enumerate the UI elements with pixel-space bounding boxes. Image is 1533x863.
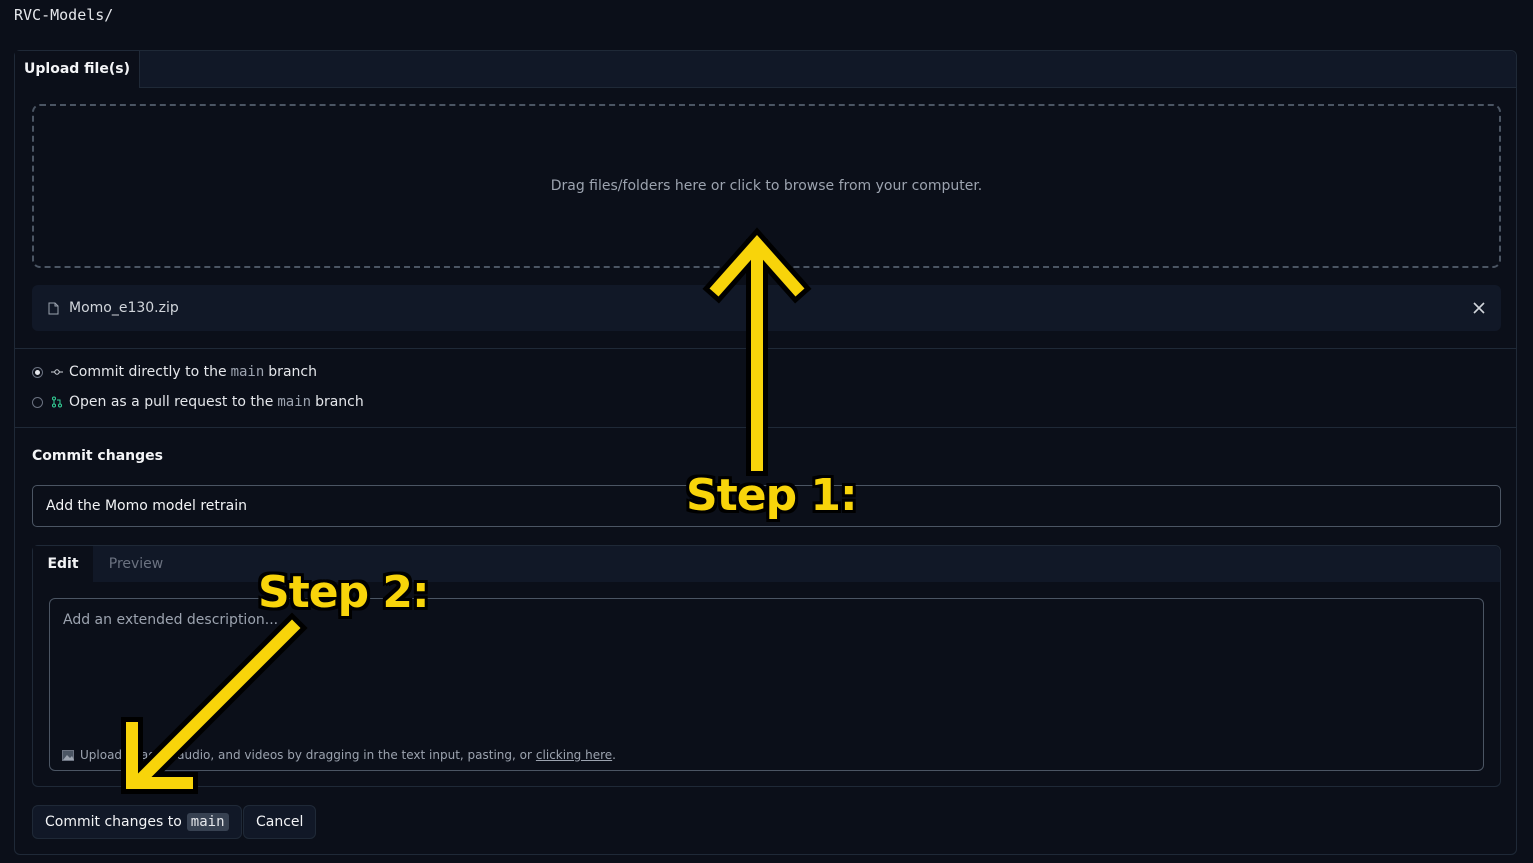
description-editor: Edit Preview Add an extended description… [32, 545, 1501, 787]
description-textarea[interactable]: Add an extended description... Upload im… [49, 598, 1484, 771]
tab-preview[interactable]: Preview [93, 546, 179, 582]
clicking-here-link[interactable]: clicking here [536, 748, 612, 762]
image-icon [62, 749, 74, 761]
close-icon[interactable] [1473, 302, 1485, 314]
file-name: Momo_e130.zip [69, 300, 179, 316]
divider [15, 427, 1516, 428]
tab-bar: Upload file(s) [15, 51, 1516, 88]
file-icon [48, 302, 61, 315]
branch-name: main [230, 364, 265, 380]
cancel-button[interactable]: Cancel [243, 805, 317, 839]
branch-name: main [277, 394, 312, 410]
tab-edit[interactable]: Edit [33, 546, 93, 582]
option-pr-text: Open as a pull request to the [69, 394, 274, 410]
file-dropzone[interactable]: Drag files/folders here or click to brow… [32, 104, 1501, 268]
option-pr-suffix: branch [315, 394, 364, 410]
tab-upload-files[interactable]: Upload file(s) [15, 51, 140, 88]
step1-label: Step 1: [686, 470, 858, 521]
uploaded-file-row: Momo_e130.zip [32, 285, 1501, 331]
commit-button-label: Commit changes to [45, 814, 182, 830]
divider [15, 348, 1516, 349]
description-placeholder: Add an extended description... [63, 612, 279, 628]
editor-tabs: Edit Preview [33, 546, 1500, 582]
option-commit-text: Commit directly to the [69, 364, 227, 380]
commit-button-branch: main [186, 813, 229, 831]
commit-title-value: Add the Momo model retrain [46, 498, 247, 514]
commit-changes-heading: Commit changes [32, 448, 163, 464]
upload-hint-text: Upload images, audio, and videos by drag… [80, 748, 532, 762]
dropzone-text: Drag files/folders here or click to brow… [550, 178, 983, 194]
step2-label: Step 2: [258, 567, 430, 618]
option-pull-request[interactable]: Open as a pull request to the main branc… [32, 394, 364, 410]
upload-hint: Upload images, audio, and videos by drag… [62, 748, 616, 762]
upload-hint-end: . [612, 748, 616, 762]
commit-icon [51, 367, 63, 377]
option-commit-directly[interactable]: Commit directly to the main branch [32, 364, 317, 380]
repo-path: RVC-Models/ [14, 6, 114, 24]
radio-commit-directly[interactable] [32, 366, 43, 378]
option-commit-suffix: branch [268, 364, 317, 380]
radio-pull-request[interactable] [32, 396, 43, 408]
commit-changes-button[interactable]: Commit changes to main [32, 805, 242, 839]
upload-panel: Upload file(s) Drag files/folders here o… [14, 50, 1517, 855]
pull-request-icon [51, 396, 63, 408]
